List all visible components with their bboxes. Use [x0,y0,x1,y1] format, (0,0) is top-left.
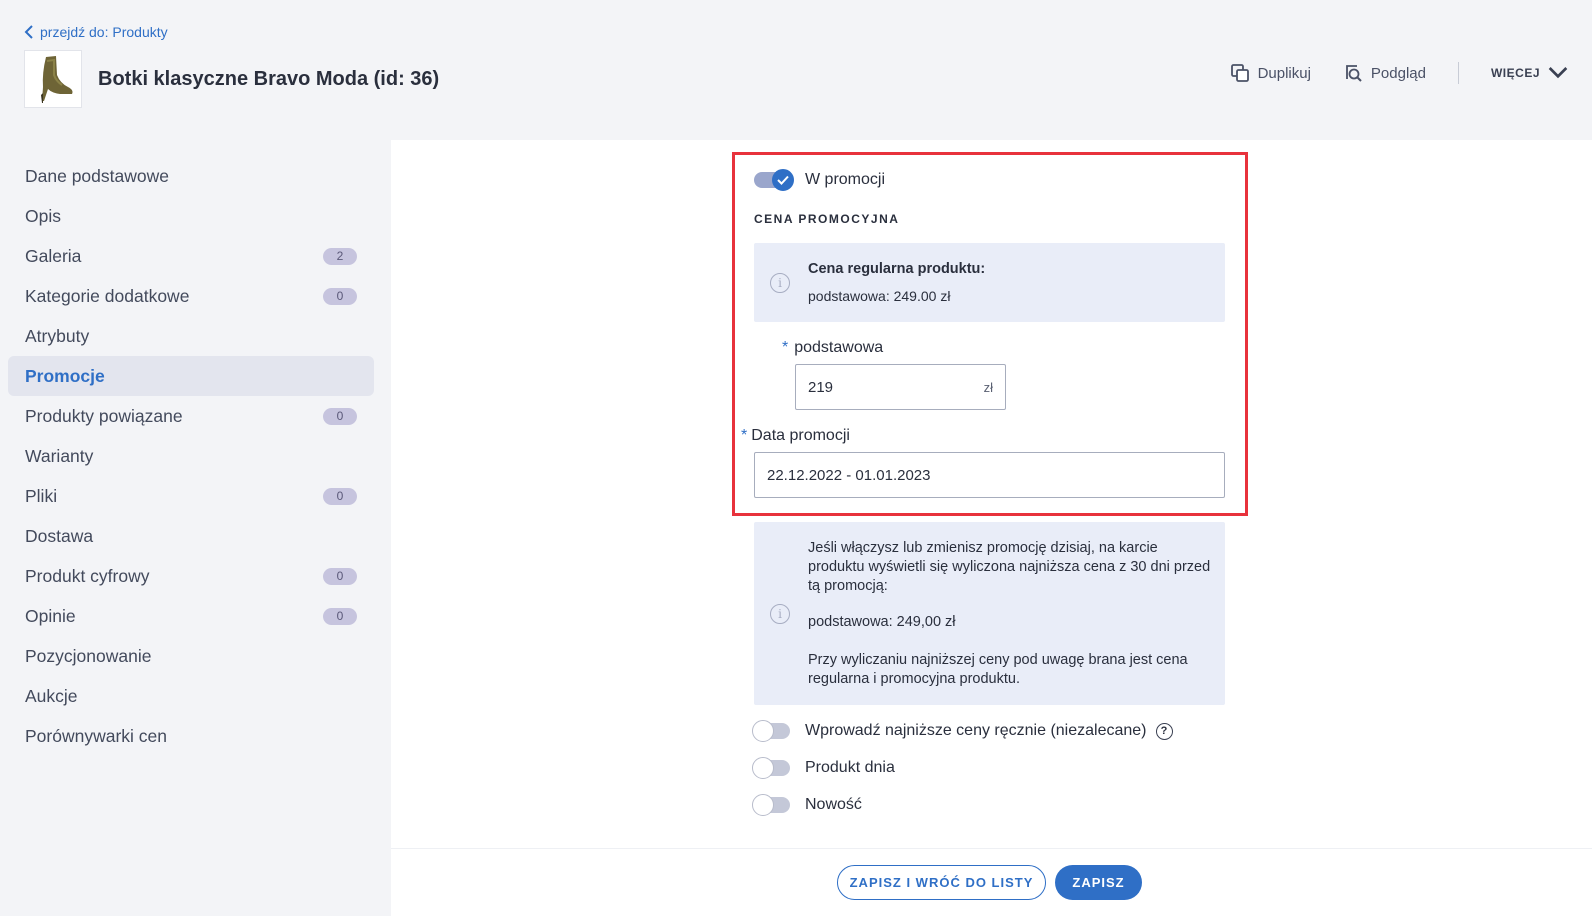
sidebar-item-galeria[interactable]: Galeria 2 [8,236,374,276]
new-product-label: Nowość [805,796,862,813]
duplicate-icon [1230,64,1249,82]
more-dropdown[interactable]: WIĘCEJ [1491,63,1568,83]
sidebar-item-opinie[interactable]: Opinie 0 [8,596,374,636]
sidebar-item-label: Galeria [25,245,82,266]
boot-image [41,56,73,103]
preview-button[interactable]: Podgląd [1343,63,1426,83]
top-actions: Duplikuj Podgląd WIĘCEJ [1230,62,1568,84]
back-link-label: przejdź do: Produkty [40,24,168,40]
actions-divider [1457,62,1459,84]
manual-lowest-row: Wprowadź najniższe ceny ręcznie (niezale… [752,720,1173,742]
new-product-toggle[interactable] [752,794,790,816]
sidebar-item-warianty[interactable]: Warianty [8,436,374,476]
sidebar-item-dostawa[interactable]: Dostawa [8,516,374,556]
info-icon: i [770,604,790,624]
info-line-1: Jeśli włączysz lub zmienisz promocję dzi… [808,540,1158,556]
count-badge: 0 [323,607,357,625]
sidebar-item-aukcje[interactable]: Aukcje [8,676,374,716]
sidebar-item-promocje[interactable]: Promocje [8,356,374,396]
sidebar-item-label: Produkty powiązane [25,405,183,426]
preview-icon [1346,65,1362,82]
new-product-row: Nowość [752,794,862,816]
manual-lowest-toggle[interactable] [752,720,790,742]
toggle-knob [752,794,774,816]
count-badge: 0 [323,287,357,305]
sidebar-item-opis[interactable]: Opis [8,196,374,236]
sidebar-item-label: Dostawa [25,525,94,546]
back-to-products-link[interactable]: przejdź do: Produkty [24,24,168,40]
sidebar-item-label: Atrybuty [25,325,90,346]
duplicate-label: Duplikuj [1257,64,1311,82]
help-icon[interactable]: ? [1155,722,1173,740]
sidebar-item-label: Opis [25,205,61,226]
sidebar-item-label: Warianty [25,445,94,466]
lowest-price-info-text: Jeśli włączysz lub zmienisz promocję dzi… [808,539,1211,689]
info-note-2: regularna i promocyjna produktu. [808,671,1020,687]
sidebar-item-label: Porównywarki cen [25,725,167,746]
sidebar-item-label: Kategorie dodatkowe [25,285,190,306]
info-line-2: produktu wyświetli się wyliczona najniżs… [808,559,1211,575]
save-button[interactable]: ZAPISZ [1055,865,1142,900]
toggle-knob [752,757,774,779]
more-label: WIĘCEJ [1490,66,1540,80]
sidebar-item-label: Pozycjonowanie [25,645,152,666]
info-line-3: tą promocją: [808,578,888,594]
product-header: Botki klasyczne Bravo Moda (id: 36) [24,50,439,108]
chevron-left-icon [24,25,33,39]
sidebar-item-porownywarki-cen[interactable]: Porównywarki cen [8,716,374,756]
product-thumbnail [24,50,82,108]
save-and-return-button[interactable]: ZAPISZ I WRÓĆ DO LISTY [837,865,1046,900]
count-badge: 2 [323,247,357,265]
sidebar-item-label: Opinie [25,605,76,626]
product-of-day-label: Produkt dnia [805,759,895,776]
count-badge: 0 [323,567,357,585]
info-lowest-price: podstawowa: 249,00 zł [808,614,956,630]
sidebar-item-atrybuty[interactable]: Atrybuty [8,316,374,356]
chevron-down-icon [1548,67,1568,79]
sidebar-item-label: Pliki [25,485,58,506]
info-note-1: Przy wyliczaniu najniższej ceny pod uwag… [808,652,1188,668]
sidebar-item-dane-podstawowe[interactable]: Dane podstawowe [8,156,374,196]
count-badge: 0 [323,407,357,425]
product-of-day-toggle[interactable] [752,757,790,779]
sidebar-item-kategorie-dodatkowe[interactable]: Kategorie dodatkowe 0 [8,276,374,316]
duplicate-button[interactable]: Duplikuj [1230,63,1311,83]
product-of-day-row: Produkt dnia [752,757,895,779]
sidebar-item-label: Produkt cyfrowy [25,565,150,586]
highlight-frame [732,152,1248,516]
preview-label: Podgląd [1370,64,1426,82]
sidebar-item-produkt-cyfrowy[interactable]: Produkt cyfrowy 0 [8,556,374,596]
sidebar-item-pozycjonowanie[interactable]: Pozycjonowanie [8,636,374,676]
lowest-price-info: i Jeśli włączysz lub zmienisz promocję d… [754,522,1225,705]
sidebar-item-label: Promocje [25,365,105,386]
product-title: Botki klasyczne Bravo Moda (id: 36) [98,67,440,90]
sidebar-item-pliki[interactable]: Pliki 0 [8,476,374,516]
manual-lowest-label: Wprowadź najniższe ceny ręcznie (niezale… [805,722,1147,739]
count-badge: 0 [323,487,357,505]
sidebar-item-label: Dane podstawowe [25,165,169,186]
sidebar-nav: Dane podstawowe Opis Galeria 2 Kategorie dod… [8,156,374,756]
toggle-knob [752,720,774,742]
sidebar-item-label: Aukcje [25,685,78,706]
sidebar-item-produkty-powiazane[interactable]: Produkty powiązane 0 [8,396,374,436]
